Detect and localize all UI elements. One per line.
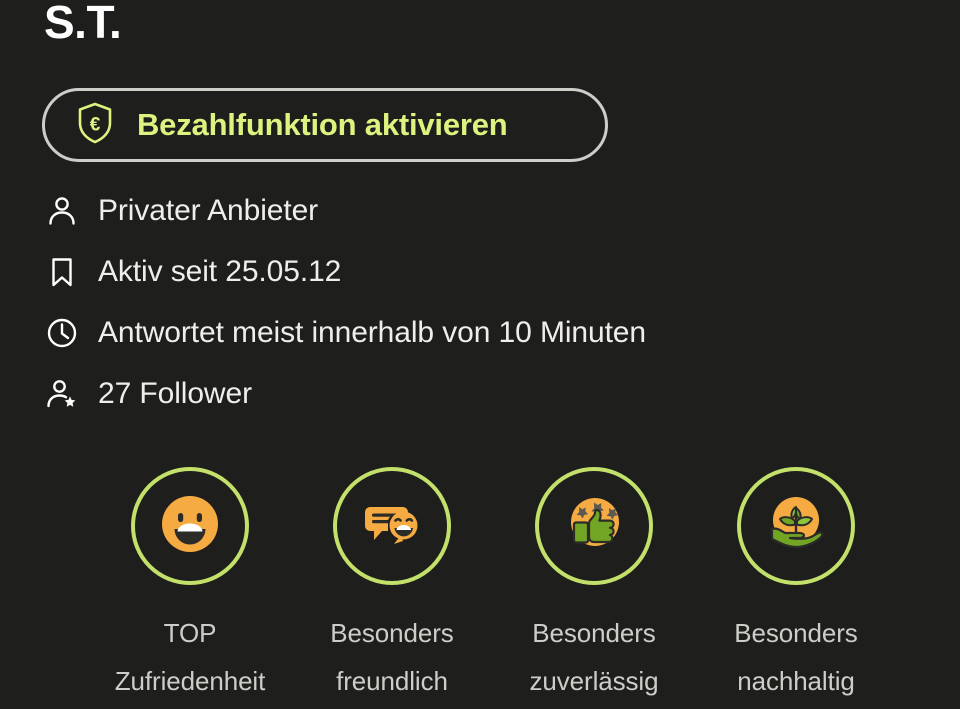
badge-especially-friendly[interactable]: Besonders freundlich — [291, 467, 493, 705]
info-row-followers: 27 Follower — [42, 363, 646, 424]
info-row-label: Aktiv seit 25.05.12 — [98, 254, 342, 288]
badge-label: Besonders nachhaltig — [734, 618, 858, 696]
badge-label: Besonders freundlich — [330, 618, 454, 696]
info-row-active-since: Aktiv seit 25.05.12 — [42, 241, 646, 302]
follower-icon — [42, 374, 82, 414]
badge-especially-sustainable[interactable]: Besonders nachhaltig — [695, 467, 897, 705]
person-icon — [42, 191, 82, 231]
badge-ring — [535, 467, 653, 585]
seller-info-list: Privater Anbieter Aktiv seit 25.05.12 An… — [42, 180, 646, 424]
svg-text:€: € — [90, 114, 101, 135]
seller-badges: TOP Zufriedenheit Besonders freundlich B… — [89, 467, 897, 705]
badge-ring — [737, 467, 855, 585]
activate-payment-label: Bezahlfunktion aktivieren — [137, 107, 508, 142]
bookmark-icon — [42, 252, 82, 292]
info-row-label: 27 Follower — [98, 376, 252, 410]
activate-payment-button[interactable]: € Bezahlfunktion aktivieren — [42, 88, 608, 162]
hand-plant-icon — [759, 487, 833, 566]
speech-bubbles-icon — [355, 487, 429, 566]
seller-profile-screen: S.T. € Bezahlfunktion aktivieren Private… — [0, 0, 960, 709]
smiley-face-icon — [153, 487, 227, 566]
info-row-private-seller: Privater Anbieter — [42, 180, 646, 241]
info-row-response-time: Antwortet meist innerhalb von 10 Minuten — [42, 302, 646, 363]
info-row-label: Privater Anbieter — [98, 193, 319, 227]
seller-name: S.T. — [44, 0, 122, 48]
shield-euro-icon: € — [75, 101, 115, 150]
badge-label: Besonders zuverlässig — [529, 618, 659, 696]
badge-label: TOP Zufriedenheit — [114, 618, 266, 696]
clock-icon — [42, 313, 82, 353]
badge-especially-reliable[interactable]: Besonders zuverlässig — [493, 467, 695, 705]
badge-top-satisfaction[interactable]: TOP Zufriedenheit — [89, 467, 291, 705]
badge-ring — [333, 467, 451, 585]
badge-ring — [131, 467, 249, 585]
info-row-label: Antwortet meist innerhalb von 10 Minuten — [98, 315, 646, 349]
thumbs-up-stars-icon — [557, 487, 631, 566]
